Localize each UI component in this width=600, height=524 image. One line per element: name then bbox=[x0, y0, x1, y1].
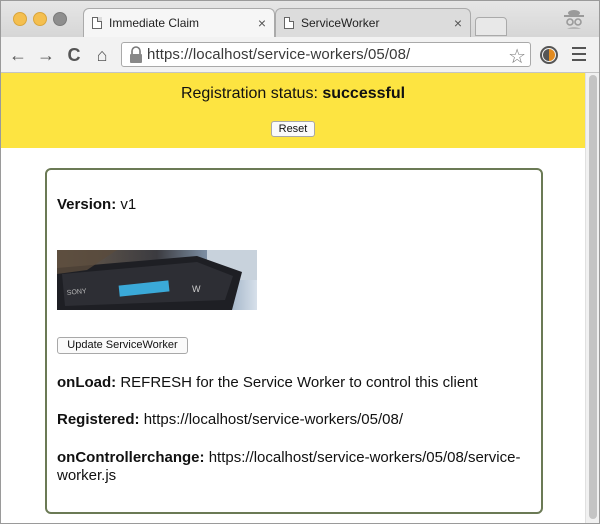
tab-title: Immediate Claim bbox=[109, 16, 200, 30]
lock-icon bbox=[130, 45, 142, 63]
address-bar[interactable]: https://localhost/service-workers/05/08/… bbox=[121, 42, 531, 69]
reset-button[interactable]: Reset bbox=[271, 121, 315, 137]
reload-button[interactable]: C bbox=[63, 44, 85, 66]
forward-button[interactable]: → bbox=[35, 44, 57, 66]
registered-value: https://localhost/service-workers/05/08/ bbox=[143, 411, 403, 428]
walkman-image: SONY W bbox=[57, 250, 257, 310]
window-minimize-button[interactable] bbox=[33, 12, 47, 26]
update-serviceworker-button[interactable]: Update ServiceWorker bbox=[57, 337, 188, 354]
url-text[interactable]: https://localhost/service-workers/05/08/ bbox=[147, 46, 410, 63]
status-value: successful bbox=[322, 85, 406, 102]
browser-toolbar: ← → C ⌂ https://localhost/service-worker… bbox=[1, 37, 599, 73]
extension-icon[interactable] bbox=[539, 45, 559, 65]
tab-title: ServiceWorker bbox=[301, 16, 380, 30]
tab-close-icon[interactable]: × bbox=[258, 15, 266, 31]
controllerchange-line: onControllerchange: https://localhost/se… bbox=[57, 449, 527, 485]
window-close-button[interactable] bbox=[13, 12, 27, 26]
tab-strip: Immediate Claim × ServiceWorker × bbox=[1, 1, 599, 38]
menu-icon[interactable] bbox=[572, 47, 586, 61]
window-maximize-button[interactable] bbox=[53, 12, 67, 26]
registration-status: Registration status: successful bbox=[1, 85, 585, 103]
svg-text:W: W bbox=[192, 284, 201, 294]
page-scrollbar[interactable] bbox=[585, 73, 599, 523]
tab-serviceworker[interactable]: ServiceWorker × bbox=[275, 8, 471, 37]
version-value: v1 bbox=[120, 196, 137, 213]
page-icon bbox=[92, 17, 102, 29]
home-button[interactable]: ⌂ bbox=[91, 44, 113, 66]
onload-label: onLoad: bbox=[57, 374, 117, 391]
tab-immediate-claim[interactable]: Immediate Claim × bbox=[83, 8, 275, 37]
tab-close-icon[interactable]: × bbox=[454, 15, 462, 31]
page-viewport: Registration status: successful Reset Ve… bbox=[1, 73, 599, 523]
page-icon bbox=[284, 17, 294, 29]
scrollbar-thumb[interactable] bbox=[589, 75, 597, 519]
version-line: Version: v1 bbox=[57, 196, 136, 213]
back-button[interactable]: ← bbox=[7, 44, 29, 66]
onload-line: onLoad: REFRESH for the Service Worker t… bbox=[57, 374, 478, 391]
controllerchange-label: onControllerchange: bbox=[57, 449, 205, 466]
new-tab-button[interactable] bbox=[475, 17, 507, 36]
version-label: Version: bbox=[57, 196, 117, 213]
onload-value: REFRESH for the Service Worker to contro… bbox=[120, 374, 478, 391]
bookmark-star-icon[interactable]: ☆ bbox=[508, 44, 526, 69]
registered-line: Registered: https://localhost/service-wo… bbox=[57, 411, 403, 428]
service-worker-card: Version: v1 SONY W Update ServiceWorker bbox=[45, 168, 543, 514]
status-label: Registration status: bbox=[180, 85, 318, 102]
incognito-icon bbox=[564, 10, 584, 29]
registered-label: Registered: bbox=[57, 411, 140, 428]
status-banner: Registration status: successful Reset bbox=[1, 73, 585, 148]
